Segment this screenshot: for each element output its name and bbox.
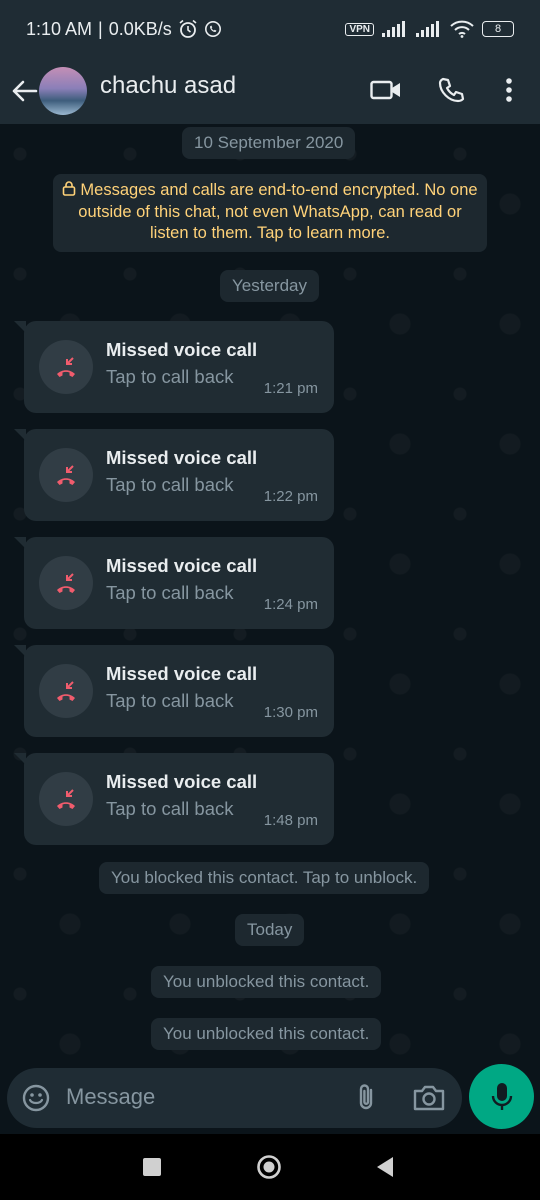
avatar[interactable] xyxy=(39,67,87,115)
bubble-tail xyxy=(14,537,26,549)
date-separator: Today xyxy=(235,914,305,946)
chat-area[interactable]: 10 September 2020 Messages and calls are… xyxy=(0,124,540,1068)
message-input[interactable]: Message xyxy=(66,1084,155,1110)
back-arrow-icon[interactable] xyxy=(10,74,38,108)
signal-icon xyxy=(416,21,439,37)
status-right: VPN 8 xyxy=(345,20,514,38)
missed-call-icon xyxy=(39,340,93,394)
whatsapp-icon xyxy=(204,21,221,37)
encryption-notice[interactable]: Messages and calls are end-to-end encryp… xyxy=(53,174,487,252)
call-time: 1:21 pm xyxy=(263,380,318,397)
status-bar: 1:10 AM | 0.0KB/s VPN 8 xyxy=(0,0,540,58)
more-options-icon[interactable] xyxy=(489,70,529,110)
bubble-tail xyxy=(14,429,26,441)
lock-icon xyxy=(63,181,76,196)
wifi-icon xyxy=(450,20,474,38)
chat-header: chachu asad xyxy=(0,58,540,124)
alarm-icon xyxy=(179,19,197,38)
bubble-tail xyxy=(14,753,26,765)
recents-icon[interactable] xyxy=(140,1155,164,1179)
call-time: 1:22 pm xyxy=(263,488,318,505)
mic-icon xyxy=(491,1082,512,1110)
video-call-icon[interactable] xyxy=(366,70,406,110)
bubble-tail xyxy=(14,645,26,657)
message-composer: Message xyxy=(7,1068,462,1128)
home-icon[interactable] xyxy=(256,1154,282,1180)
back-nav-icon[interactable] xyxy=(373,1155,397,1179)
date-separator: 10 September 2020 xyxy=(182,127,356,159)
call-subtitle: Tap to call back xyxy=(106,582,234,603)
status-speed: 0.0KB/s xyxy=(108,18,172,39)
missed-call-bubble[interactable]: Missed voice call Tap to call back 1:24 … xyxy=(14,537,334,629)
bubble-tail xyxy=(14,321,26,333)
call-time: 1:48 pm xyxy=(263,812,318,829)
signal-icon xyxy=(382,21,405,37)
missed-call-icon xyxy=(39,772,93,826)
status-separator: | xyxy=(98,18,103,39)
camera-icon[interactable] xyxy=(411,1082,447,1114)
emoji-icon[interactable] xyxy=(21,1083,51,1113)
status-left: 1:10 AM | 0.0KB/s xyxy=(26,19,222,40)
call-title: Missed voice call xyxy=(106,339,258,360)
status-time: 1:10 AM xyxy=(26,18,93,39)
call-subtitle: Tap to call back xyxy=(106,366,234,387)
missed-call-bubble[interactable]: Missed voice call Tap to call back 1:22 … xyxy=(14,429,334,521)
battery-icon: 8 xyxy=(482,21,514,37)
missed-call-bubble[interactable]: Missed voice call Tap to call back 1:30 … xyxy=(14,645,334,737)
call-time: 1:30 pm xyxy=(263,704,318,721)
call-subtitle: Tap to call back xyxy=(106,798,234,819)
call-title: Missed voice call xyxy=(106,555,258,576)
call-subtitle: Tap to call back xyxy=(106,690,234,711)
unblocked-notice: You unblocked this contact. xyxy=(151,966,382,998)
mic-button[interactable] xyxy=(469,1064,534,1129)
unblocked-notice: You unblocked this contact. xyxy=(151,1018,382,1050)
system-nav-bar xyxy=(0,1134,540,1200)
missed-call-bubble[interactable]: Missed voice call Tap to call back 1:21 … xyxy=(14,321,334,413)
blocked-notice[interactable]: You blocked this contact. Tap to unblock… xyxy=(99,862,430,894)
missed-call-icon xyxy=(39,556,93,610)
missed-call-icon xyxy=(39,448,93,502)
voice-call-icon[interactable] xyxy=(431,70,471,110)
encryption-text: Messages and calls are end-to-end encryp… xyxy=(78,181,478,242)
missed-call-icon xyxy=(39,664,93,718)
call-title: Missed voice call xyxy=(106,771,258,792)
attach-icon[interactable] xyxy=(351,1082,383,1114)
missed-call-bubble[interactable]: Missed voice call Tap to call back 1:48 … xyxy=(14,753,334,845)
call-subtitle: Tap to call back xyxy=(106,474,234,495)
contact-name[interactable]: chachu asad xyxy=(100,72,236,100)
call-title: Missed voice call xyxy=(106,447,258,468)
call-title: Missed voice call xyxy=(106,663,258,684)
vpn-badge: VPN xyxy=(345,22,374,36)
call-time: 1:24 pm xyxy=(263,596,318,613)
date-separator: Yesterday xyxy=(220,270,319,302)
